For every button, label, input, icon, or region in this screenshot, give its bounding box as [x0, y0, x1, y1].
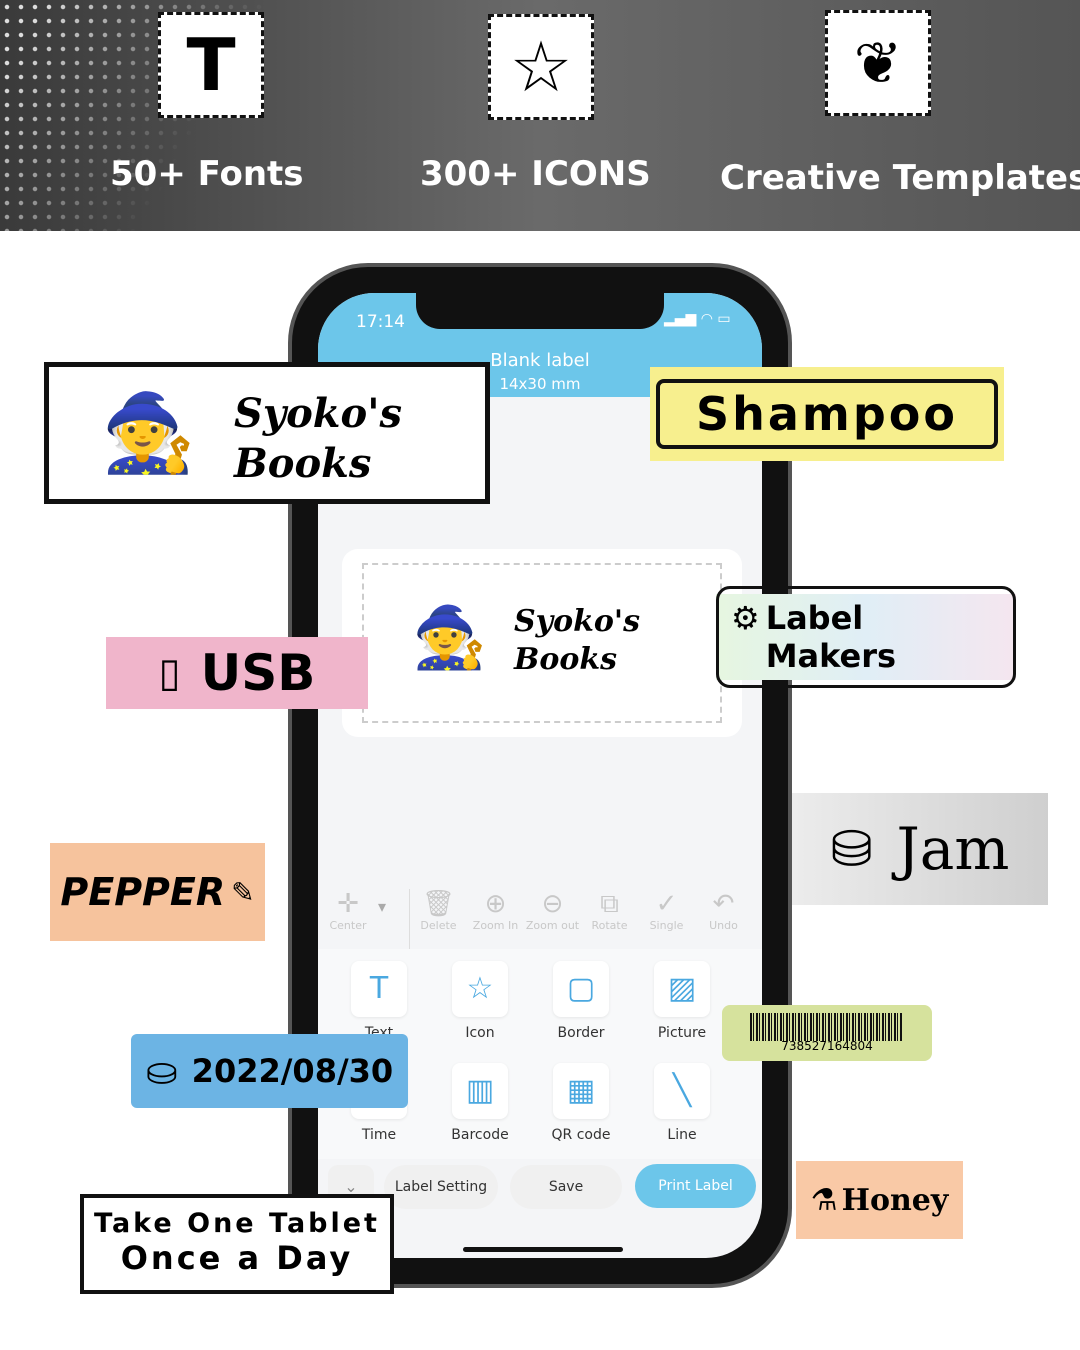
- notch: [416, 293, 664, 329]
- trash-icon: 🗑: [421, 889, 455, 919]
- feature-icons: 300+ ICONS: [420, 154, 651, 194]
- center-icon: ✛: [337, 889, 359, 919]
- witch-icon: 🧙: [101, 388, 196, 477]
- zoom-out-button[interactable]: ⊖ Zoom out: [524, 889, 581, 949]
- status-time: 17:14: [356, 312, 405, 332]
- books-line1: Syoko's: [234, 390, 402, 437]
- witch-icon: 🧙: [412, 603, 487, 673]
- usb-drive-icon: ▯: [158, 650, 181, 696]
- tin-can-icon: ⛀: [145, 1049, 178, 1093]
- qr-icon: ▦: [553, 1063, 609, 1119]
- leaf-icon: ❦: [825, 10, 931, 116]
- pepper-grinder-icon: ✎: [231, 875, 255, 909]
- check-icon: ✓: [655, 889, 678, 919]
- shampoo-label: Shampoo: [650, 367, 1004, 461]
- feature-fonts: 50+ Fonts: [110, 154, 304, 194]
- label-setting-button[interactable]: Label Setting: [384, 1165, 498, 1209]
- tablet-line1: Take One Tablet: [94, 1208, 380, 1239]
- barcode-number: 738527164804: [781, 1039, 873, 1053]
- border-icon: ▢: [553, 961, 609, 1017]
- zoom-in-button[interactable]: ⊕ Zoom In: [467, 889, 524, 949]
- honey-label: ⚗ Honey: [796, 1161, 963, 1239]
- label-makers-label: ⚙ Label Makers: [716, 586, 1016, 688]
- books-line2: Books: [234, 440, 372, 487]
- single-button[interactable]: ✓ Single: [638, 889, 695, 949]
- icon-item[interactable]: ☆ Icon: [445, 961, 515, 1041]
- picture-item[interactable]: ▨ Picture: [647, 961, 717, 1041]
- canvas-text-line1: Syoko's: [514, 604, 640, 639]
- tablet-line2: Once a Day: [120, 1239, 354, 1277]
- pepper-text: PEPPER: [60, 870, 226, 914]
- books-label: 🧙 Syoko's Books: [44, 362, 490, 504]
- undo-icon: ↶: [712, 889, 735, 919]
- border-item[interactable]: ▢ Border: [546, 961, 616, 1041]
- center-button[interactable]: ✛ Center: [318, 889, 378, 949]
- text-icon: T: [351, 961, 407, 1017]
- barcode-item[interactable]: ▥ Barcode: [445, 1063, 515, 1143]
- home-indicator: [463, 1247, 623, 1252]
- usb-label: ▯ USB: [106, 637, 368, 709]
- rotate-button[interactable]: ⧉ Rotate: [581, 889, 638, 949]
- honey-pot-icon: ⚗: [810, 1182, 838, 1218]
- tablet-label: Take One Tablet Once a Day: [80, 1194, 394, 1294]
- star-icon: ☆: [452, 961, 508, 1017]
- star-icon: ☆: [488, 14, 594, 120]
- jam-label: ⛁ Jam: [792, 793, 1048, 905]
- picture-icon: ▨: [654, 961, 710, 1017]
- honey-text: Honey: [841, 1182, 949, 1218]
- date-label: ⛀ 2022/08/30: [131, 1034, 408, 1108]
- gear-icon: ⚙: [731, 599, 760, 637]
- feature-templates: Creative Templates: [720, 158, 1080, 198]
- chevron-down-icon[interactable]: ▾: [378, 889, 410, 949]
- text-item[interactable]: T Text: [344, 961, 414, 1041]
- rotate-icon: ⧉: [600, 889, 619, 919]
- edit-toolbar: ✛ Center ▾ 🗑 Delete ⊕ Zoom In ⊖ Zoom out ⧉ Ro…: [318, 889, 762, 949]
- qr-code-item[interactable]: ▦ QR code: [546, 1063, 616, 1143]
- zoom-out-icon: ⊖: [541, 889, 564, 919]
- canvas-text-line2: Books: [514, 642, 618, 677]
- print-label-button[interactable]: Print Label: [635, 1164, 756, 1208]
- line-icon: ╲: [654, 1063, 710, 1119]
- barcode-icon: ▥: [452, 1063, 508, 1119]
- pepper-label: PEPPER ✎: [50, 843, 265, 941]
- shampoo-text: Shampoo: [656, 379, 998, 449]
- text-T-icon: T: [158, 12, 264, 118]
- barcode-label: 738527164804: [722, 1005, 932, 1061]
- line-item[interactable]: ╲ Line: [647, 1063, 717, 1143]
- label-makers-text: Label Makers: [765, 599, 897, 675]
- jar-icon: ⛁: [830, 820, 873, 878]
- delete-button[interactable]: 🗑 Delete: [410, 889, 467, 949]
- status-icons: ▂▄▆ ◠ ▭: [664, 311, 731, 327]
- jam-text: Jam: [896, 815, 1010, 883]
- feature-banner: T 50+ Fonts ☆ 300+ ICONS ❦ Creative Temp…: [0, 0, 1080, 231]
- label-canvas[interactable]: 🧙 Syoko's Books: [362, 563, 722, 723]
- save-button[interactable]: Save: [510, 1165, 622, 1209]
- zoom-in-icon: ⊕: [484, 889, 507, 919]
- canvas-area[interactable]: 🧙 Syoko's Books: [342, 549, 742, 737]
- undo-button[interactable]: ↶ Undo: [695, 889, 752, 949]
- usb-text: USB: [200, 644, 316, 702]
- date-text: 2022/08/30: [191, 1052, 394, 1090]
- barcode-bars: [750, 1013, 902, 1041]
